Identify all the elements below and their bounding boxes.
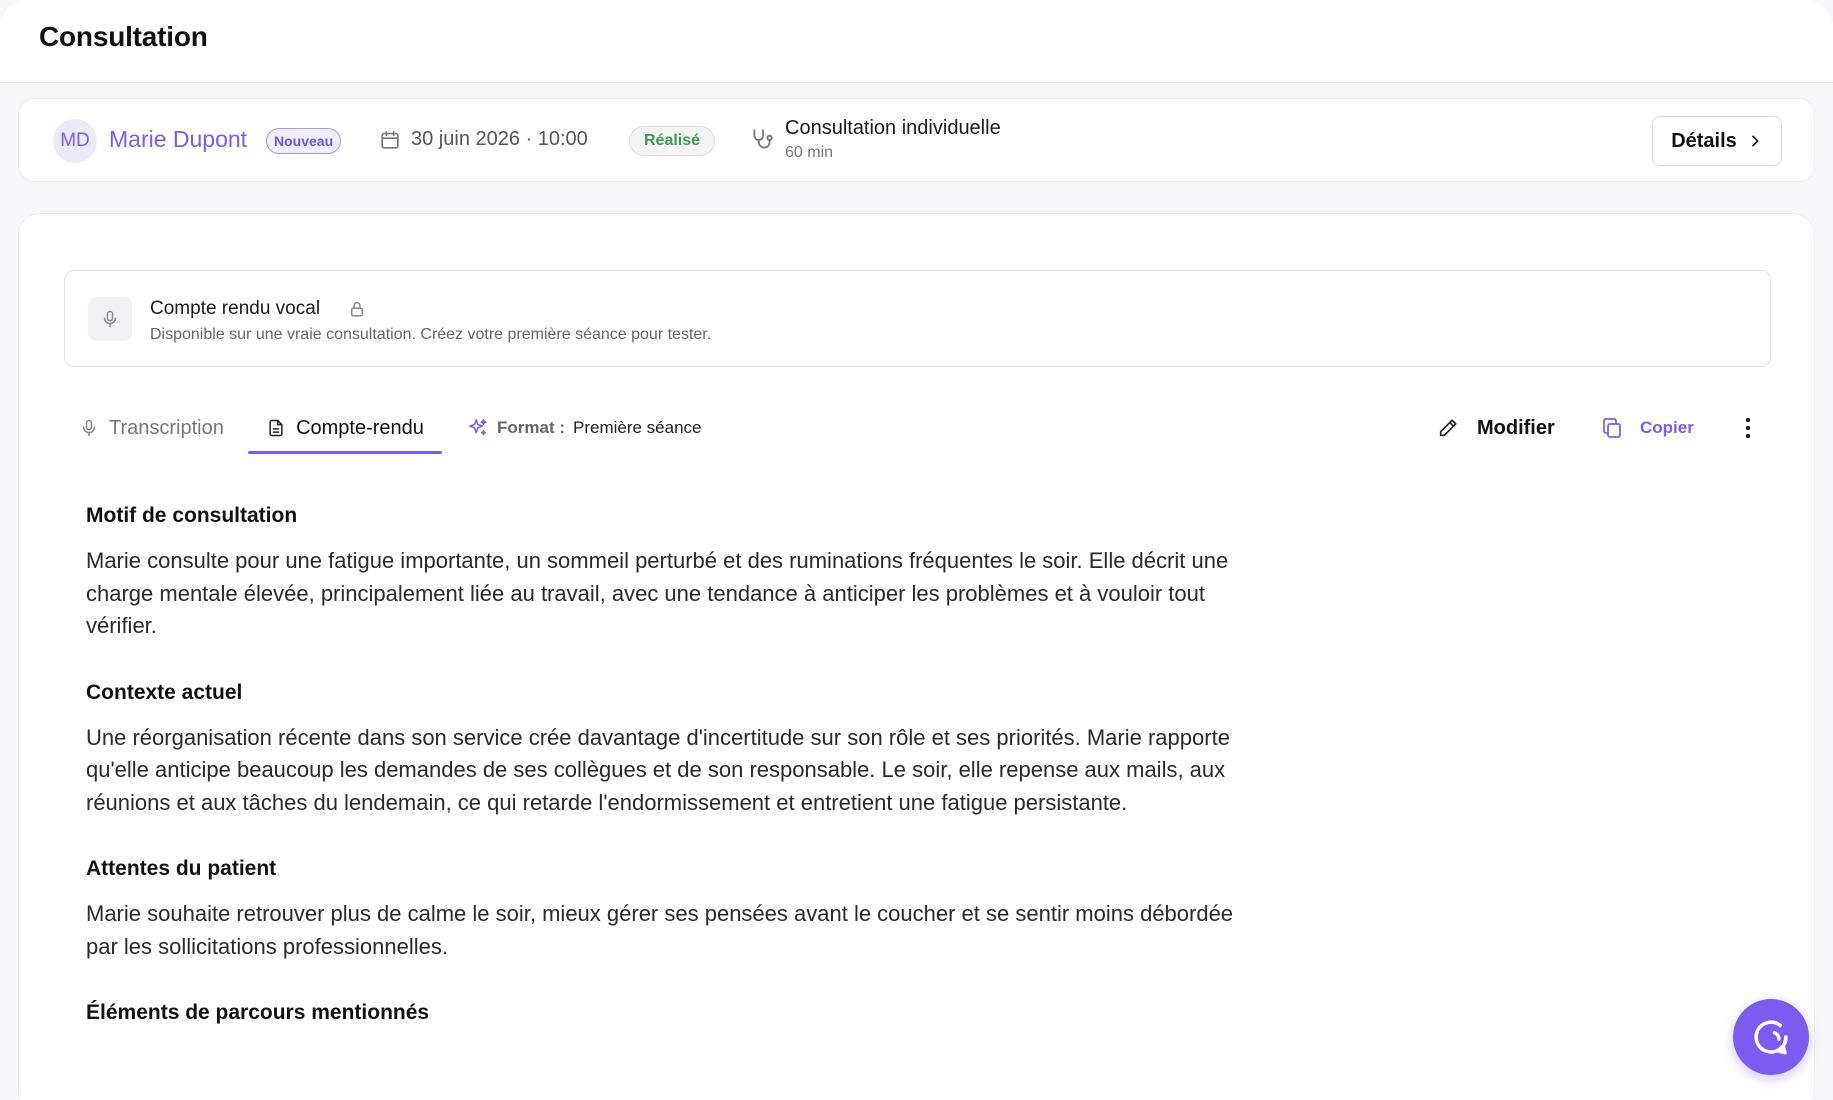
new-patient-badge: Nouveau (266, 128, 342, 154)
chat-icon (1754, 1020, 1788, 1055)
report-section: Éléments de parcours mentionnés (86, 1001, 1246, 1025)
section-body: Marie consulte pour une fatigue importan… (86, 548, 1229, 638)
format-value: Première séance (573, 418, 702, 437)
tab-transcription[interactable]: Transcription (79, 411, 224, 445)
document-icon (269, 419, 283, 437)
more-vertical-icon[interactable] (1736, 415, 1760, 441)
chat-button[interactable] (1733, 999, 1809, 1075)
avatar: MD (53, 119, 97, 163)
details-button[interactable]: Détails (1652, 116, 1782, 166)
section-body: Marie souhaite retrouver plus de calme l… (86, 901, 1234, 959)
format-selector[interactable]: Format : Première séance (467, 411, 702, 445)
pencil-icon (1439, 419, 1457, 437)
section-title: Éléments de parcours mentionnés (86, 1001, 430, 1024)
consultation-type: Consultation individuelle (785, 117, 1001, 139)
report-section: Motif de consultation Marie consulte pou… (86, 504, 1246, 643)
stethoscope-icon (753, 129, 773, 149)
details-button-label: Détails (1671, 129, 1737, 152)
vocal-report-title: Compte rendu vocal (150, 298, 321, 319)
vocal-report-description: Disponible sur une vraie consultation. C… (150, 326, 712, 343)
modify-button-label: Modifier (1477, 416, 1555, 439)
tab-transcription-label: Transcription (109, 416, 224, 439)
patient-name-link[interactable]: Marie Dupont (109, 126, 247, 153)
app-frame: Consultation MD Marie Dupont Nouveau 30 … (0, 0, 1833, 1100)
chevron-right-icon (1751, 135, 1759, 147)
copy-button[interactable]: Copier (1600, 410, 1694, 446)
report-content: Motif de consultation Marie consulte pou… (86, 504, 1246, 1042)
tab-compte-rendu[interactable]: Compte-rendu (248, 411, 442, 445)
copy-button-label: Copier (1640, 418, 1694, 437)
microphone-icon (82, 419, 96, 437)
section-title: Attentes du patient (86, 857, 277, 880)
lock-icon (351, 301, 363, 317)
section-title: Motif de consultation (86, 504, 298, 527)
sparkles-icon (468, 418, 487, 436)
active-tab-indicator (248, 451, 442, 454)
report-section: Attentes du patient Marie souhaite retro… (86, 857, 1246, 963)
microphone-icon (103, 310, 117, 328)
modify-button[interactable]: Modifier (1437, 410, 1555, 446)
report-card: Compte rendu vocal Disponible sur une vr… (18, 213, 1815, 1100)
format-label: Format : (497, 418, 565, 437)
calendar-icon (381, 130, 399, 149)
mic-tile (88, 297, 132, 341)
tab-compte-rendu-label: Compte-rendu (296, 416, 424, 439)
copy-icon (1603, 418, 1621, 438)
appointment-card: MD Marie Dupont Nouveau 30 juin 2026 · 1… (18, 98, 1815, 182)
report-section: Contexte actuel Une réorganisation récen… (86, 681, 1246, 820)
vocal-report-banner: Compte rendu vocal Disponible sur une vr… (64, 270, 1771, 367)
appointment-date: 30 juin 2026 · 10:00 (411, 128, 588, 150)
consultation-duration: 60 min (785, 144, 834, 161)
section-body: Une réorganisation récente dans son serv… (86, 724, 1230, 815)
top-bar: Consultation (0, 0, 1833, 83)
section-title: Contexte actuel (86, 680, 243, 704)
status-badge: Réalisé (629, 126, 716, 156)
page-title: Consultation (39, 21, 208, 52)
